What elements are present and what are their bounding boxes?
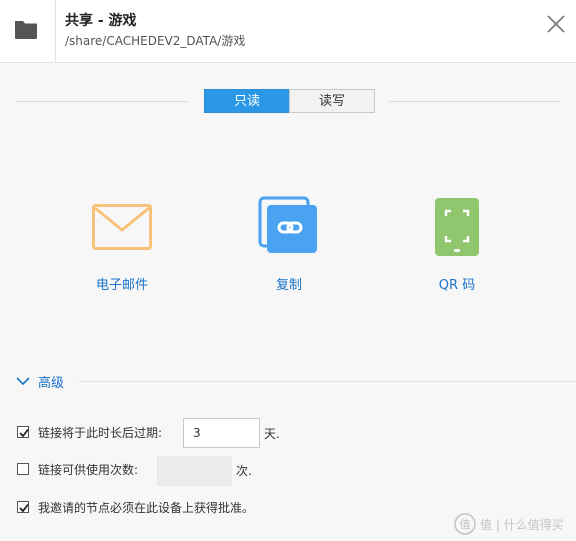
checkmark-icon [19,428,29,438]
share-dialog: 共享 - 游戏 /share/CACHEDEV2_DATA/游戏 只读 读写 电… [0,0,576,541]
expire-days-input[interactable] [183,418,260,448]
qr-phone-icon [435,198,479,256]
chevron-down-icon [16,377,30,386]
share-path: /share/CACHEDEV2_DATA/游戏 [65,34,246,48]
share-email-label: 电子邮件 [95,278,148,293]
usage-label: 链接可供使用次数: [38,463,139,477]
approval-checkbox[interactable] [17,501,29,513]
checkmark-icon [19,503,29,513]
folder-icon [15,21,37,39]
site-watermark: 值 值 | 什么值得买 [454,513,572,535]
share-copy-button[interactable]: 复制 [229,196,349,296]
advanced-label: 高级 [38,376,65,391]
mode-divider-left [16,101,188,102]
advanced-divider [78,381,576,382]
expire-checkbox[interactable] [17,426,29,438]
usage-count-input[interactable] [157,456,232,486]
readwrite-tab[interactable]: 读写 [289,89,375,113]
share-copy-label: 复制 [275,278,302,293]
expire-label: 链接将于此时长后过期: [38,426,163,440]
usage-unit: 次. [236,464,252,478]
mail-icon [92,204,152,250]
share-qr-label: QR 码 [438,278,476,293]
svg-text:值: 值 [460,518,471,531]
share-email-button[interactable]: 电子邮件 [62,196,182,296]
dialog-header: 共享 - 游戏 /share/CACHEDEV2_DATA/游戏 [0,0,576,63]
readonly-tab[interactable]: 只读 [204,89,290,113]
mode-divider-right [389,101,560,102]
approval-label: 我邀请的节点必须在此设备上获得批准。 [38,501,255,515]
watermark-logo-icon: 值 [454,513,476,535]
header-divider [55,0,56,62]
close-icon[interactable] [544,12,568,36]
expire-unit: 天. [264,427,280,441]
share-qr-button[interactable]: QR 码 [397,196,517,296]
copy-link-icon [258,196,317,253]
dialog-title: 共享 - 游戏 [65,13,137,29]
usage-checkbox[interactable] [17,463,29,475]
watermark-text: 值 | 什么值得买 [480,518,564,532]
